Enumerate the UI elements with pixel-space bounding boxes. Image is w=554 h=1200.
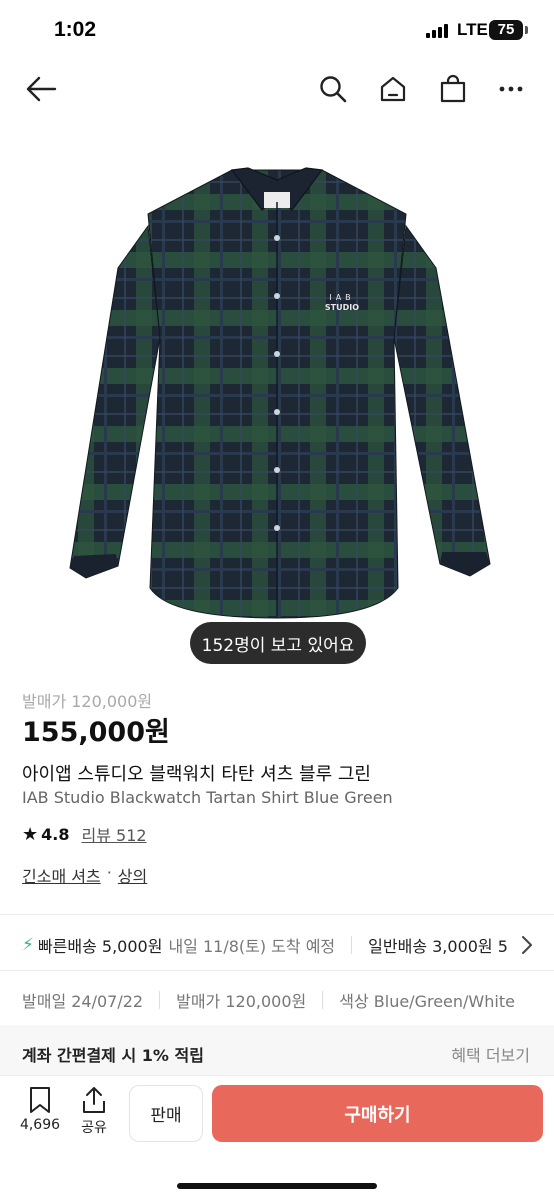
back-arrow-icon[interactable]	[24, 72, 58, 106]
category-breadcrumb: 긴소매 셔츠 · 상의	[22, 863, 147, 887]
signal-icon	[426, 24, 450, 38]
svg-text:STUDIO: STUDIO	[325, 303, 359, 312]
rating-score: 4.8	[41, 824, 70, 844]
status-time: 1:02	[54, 18, 97, 41]
home-icon[interactable]	[376, 72, 410, 106]
buy-button[interactable]: 구매하기	[212, 1085, 543, 1142]
sell-button[interactable]: 판매	[129, 1085, 203, 1142]
release-price: 발매가 120,000원	[176, 992, 307, 1011]
chevron-right-icon[interactable]	[518, 934, 536, 956]
rating-row: ★ 4.8 리뷰 512	[22, 822, 147, 846]
review-link[interactable]: 리뷰 512	[81, 822, 146, 846]
star-icon: ★	[22, 823, 39, 845]
more-icon[interactable]	[494, 72, 528, 106]
shopping-bag-icon[interactable]	[436, 72, 470, 106]
network-type: LTE	[457, 20, 488, 39]
category-link-tops[interactable]: 상의	[118, 863, 147, 887]
release-date: 발매일 24/07/22	[22, 992, 144, 1011]
share-icon	[68, 1086, 120, 1114]
status-bar: 1:02 LTE 75	[0, 0, 554, 62]
original-price: 발매가 120,000원	[22, 692, 153, 711]
product-info-row: 발매일 24/07/22 발매가 120,000원 색상 Blue/Green/…	[22, 988, 522, 1012]
share-button[interactable]: 공유	[68, 1086, 120, 1137]
payment-promo: 계좌 간편결제 시 1% 적립	[22, 1046, 204, 1065]
divider	[0, 914, 554, 915]
home-indicator	[177, 1183, 377, 1189]
more-benefits-link[interactable]: 혜택 더보기	[451, 1042, 530, 1066]
divider	[0, 970, 554, 971]
fast-delivery-eta: 내일 11/8(토) 도착 예정	[168, 937, 336, 956]
bookmark-button[interactable]: 4,696	[14, 1086, 66, 1133]
bookmark-count: 4,696	[19, 1117, 61, 1133]
product-image[interactable]: IAB STUDIO	[0, 118, 554, 678]
product-title-en: IAB Studio Blackwatch Tartan Shirt Blue …	[22, 788, 393, 807]
share-label: 공유	[81, 1120, 107, 1136]
svg-text:IAB: IAB	[329, 293, 354, 302]
nav-bar	[0, 62, 554, 118]
viewers-badge: 152명이 보고 있어요	[190, 622, 366, 664]
product-title-ko: 아이앱 스튜디오 블랙워치 타탄 셔츠 블루 그린	[22, 764, 371, 785]
category-separator: ·	[106, 863, 112, 882]
fast-delivery-label: 빠른배송 5,000원	[37, 937, 163, 956]
current-price: 155,000원	[22, 717, 170, 748]
normal-delivery-label: 일반배송 3,000원 5	[368, 937, 508, 956]
color-info: 색상 Blue/Green/White	[339, 992, 515, 1011]
category-link-shirts[interactable]: 긴소매 셔츠	[22, 863, 101, 887]
bookmark-icon	[14, 1086, 66, 1114]
search-icon[interactable]	[316, 72, 350, 106]
delivery-options[interactable]: ⚡ 빠른배송 5,000원 내일 11/8(토) 도착 예정 일반배송 3,00…	[22, 932, 554, 958]
battery-icon: 75	[489, 20, 523, 40]
lightning-icon: ⚡	[22, 935, 34, 955]
